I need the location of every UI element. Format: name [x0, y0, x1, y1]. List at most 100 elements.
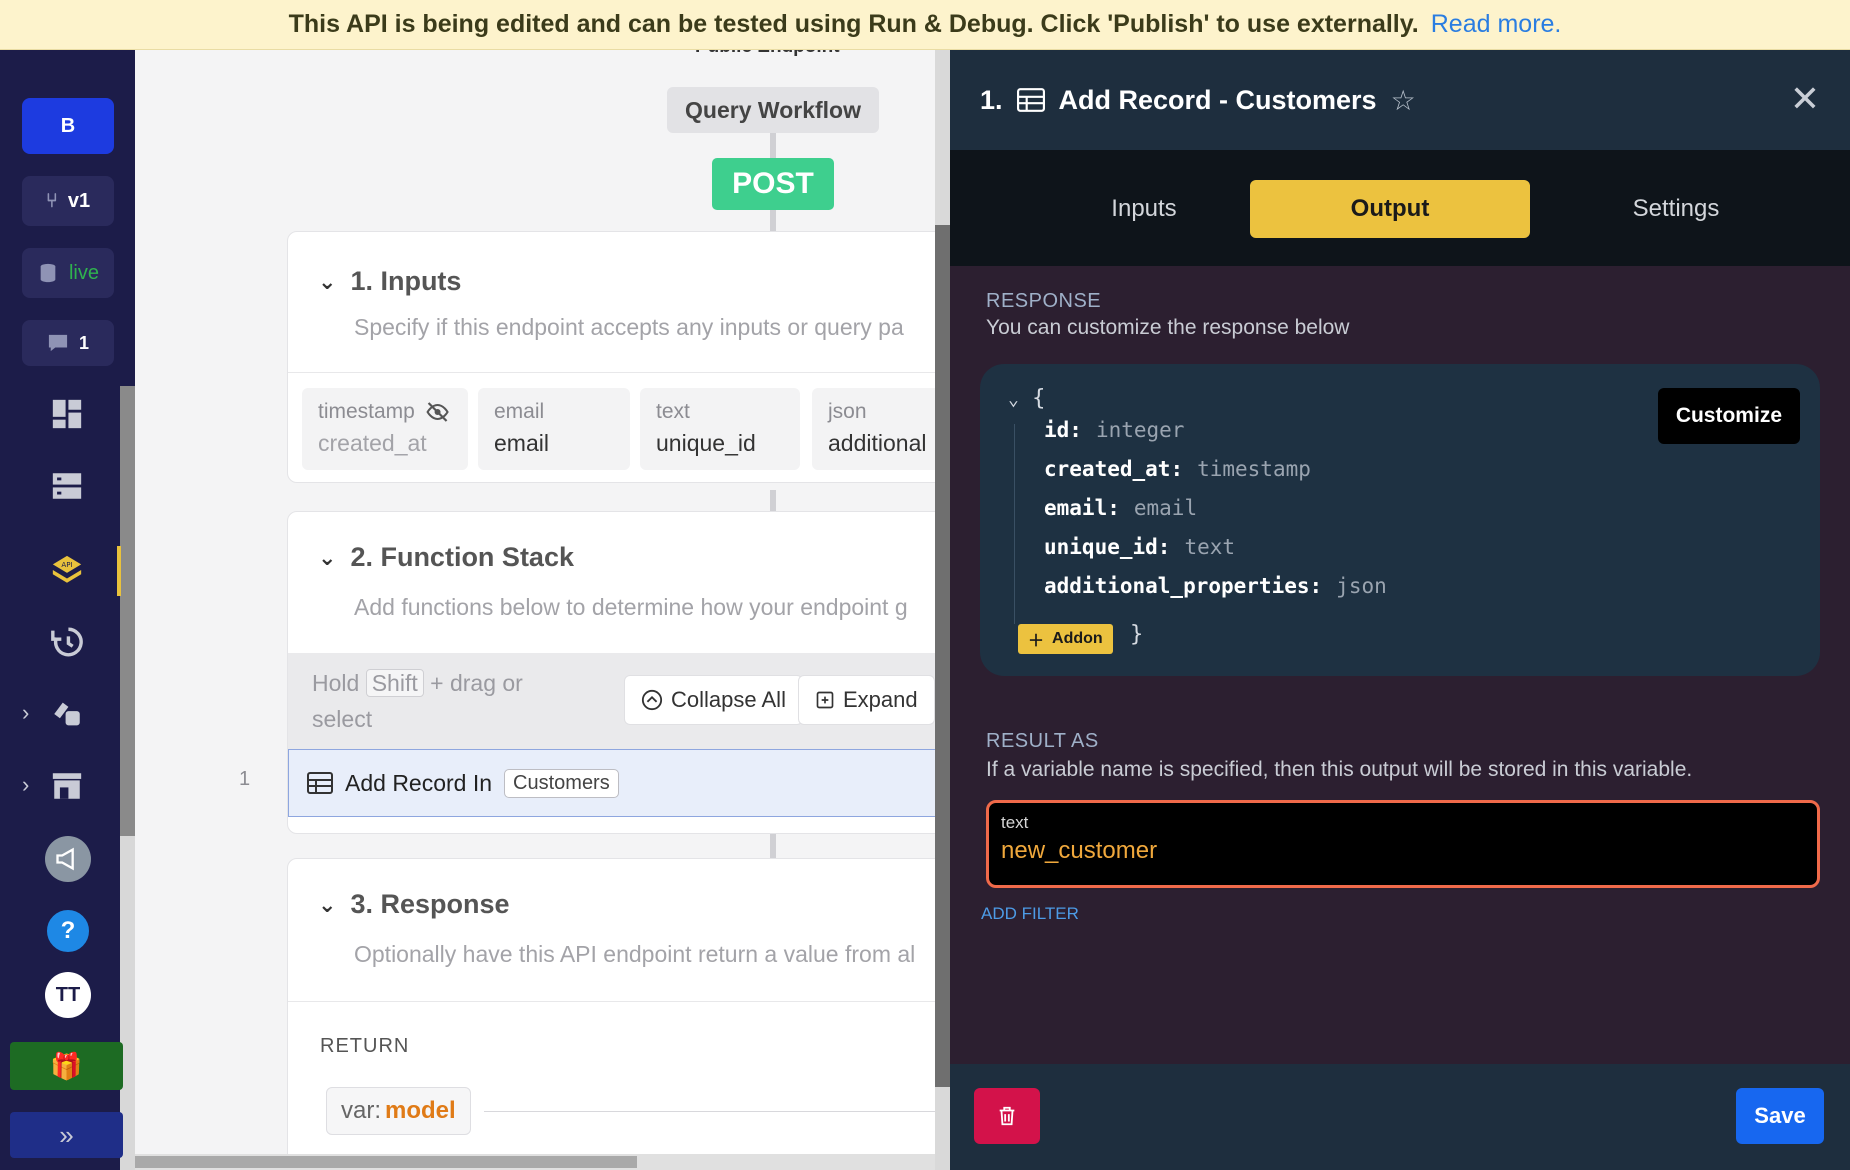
var-prefix: var:	[341, 1097, 382, 1124]
result-variable-type: text	[1001, 813, 1029, 832]
chevron-down-icon[interactable]: ⌄	[318, 545, 336, 571]
result-variable-input[interactable]: text new_customer	[986, 800, 1820, 888]
divider	[288, 372, 935, 373]
save-button[interactable]: Save	[1736, 1088, 1824, 1144]
input-type: json	[828, 400, 867, 423]
drag-hint: Hold Shift + drag or select	[312, 669, 523, 732]
branch-icon: ⑂	[45, 189, 58, 212]
schema-guide	[1014, 424, 1015, 624]
gift-icon[interactable]: 🎁	[10, 1042, 123, 1090]
function-stack-toolbar: Hold Shift + drag or select Collapse All…	[288, 653, 935, 749]
input-name: email	[494, 430, 549, 456]
chevron-down-icon[interactable]: ⌄	[318, 269, 336, 295]
delete-button[interactable]	[974, 1088, 1040, 1144]
add-filter-link[interactable]: ADD FILTER	[981, 904, 1079, 924]
return-var-chip[interactable]: var: model	[326, 1087, 471, 1135]
svg-text:API: API	[61, 560, 72, 569]
tab-output[interactable]: Output	[1250, 180, 1530, 238]
chevron-down-icon[interactable]: ⌄	[318, 892, 336, 918]
chevron-right-icon[interactable]: ›	[22, 772, 29, 798]
help-icon[interactable]: ?	[45, 908, 91, 954]
input-chip[interactable]: email email	[478, 388, 630, 470]
marketplace-icon[interactable]	[47, 766, 87, 806]
close-icon[interactable]: ✕	[1790, 78, 1820, 120]
datasource-button[interactable]: live	[22, 248, 114, 298]
input-chip[interactable]: text unique_id	[640, 388, 800, 470]
input-type: email	[494, 400, 545, 423]
dashboard-icon[interactable]	[47, 394, 87, 434]
customize-button[interactable]: Customize	[1657, 388, 1800, 444]
addons-icon[interactable]	[47, 694, 87, 734]
function-row[interactable]: Add Record In Customers	[288, 749, 935, 817]
rail-scrollbar-thumb[interactable]	[120, 386, 135, 836]
input-name: additional	[828, 430, 927, 456]
chevron-down-icon[interactable]: ⌄	[1008, 389, 1019, 410]
connector-line	[770, 830, 776, 860]
canvas-scrollbar-thumb[interactable]	[935, 225, 950, 1087]
workflow-canvas: Public Endpoint Query Workflow POST ⌄ 1.…	[135, 50, 935, 1170]
result-variable-value[interactable]: new_customer	[1001, 837, 1805, 865]
branch-button[interactable]: ⑂ v1	[22, 176, 114, 226]
plus-icon: ＋	[1028, 633, 1045, 650]
panel-step: 1.	[980, 84, 1003, 115]
database-icon	[40, 263, 56, 283]
response-section-description: You can customize the response below	[986, 316, 1350, 339]
tab-inputs[interactable]: Inputs	[1004, 180, 1284, 238]
canvas-horizontal-scrollbar[interactable]	[135, 1154, 935, 1170]
return-divider	[484, 1111, 935, 1112]
avatar[interactable]: TT	[45, 972, 91, 1018]
read-more-link[interactable]: Read more.	[1431, 10, 1562, 39]
response-card-title[interactable]: ⌄ 3. Response	[318, 889, 510, 920]
workspace-button[interactable]: B	[22, 98, 114, 154]
shift-key: Shift	[365, 669, 424, 697]
inputs-card: ⌄ 1. Inputs Specify if this endpoint acc…	[287, 231, 935, 483]
table-icon	[307, 772, 333, 794]
input-chip[interactable]: json additional	[812, 388, 935, 470]
user-initials: TT	[55, 983, 81, 1006]
schema-field: email: email	[1044, 496, 1198, 520]
megaphone-icon[interactable]	[45, 836, 91, 882]
panel-title: Add Record - Customers	[1058, 84, 1377, 115]
function-stack-title: 2. Function Stack	[350, 542, 574, 572]
chevron-right-icon[interactable]: ›	[22, 700, 29, 726]
api-icon[interactable]: API	[47, 550, 87, 590]
schema-field: additional_properties: json	[1044, 574, 1387, 598]
inputs-card-title[interactable]: ⌄ 1. Inputs	[318, 266, 461, 297]
input-name: created_at	[318, 430, 427, 456]
schema-open[interactable]: ⌄ {	[1008, 386, 1045, 411]
addon-button[interactable]: ＋ Addon	[1018, 624, 1113, 654]
response-card: ⌄ 3. Response Optionally have this API e…	[287, 858, 935, 1170]
database-tables-icon[interactable]	[47, 466, 87, 506]
panel-tabs: Inputs Output Settings	[950, 150, 1850, 266]
response-title: 3. Response	[350, 889, 510, 919]
function-settings-panel: 1. Add Record - Customers ☆ ✕ Inputs Out…	[950, 50, 1850, 1170]
rail-active-marker	[117, 546, 121, 596]
tab-settings[interactable]: Settings	[1536, 180, 1816, 238]
history-icon[interactable]	[47, 622, 87, 662]
branch-label: v1	[67, 189, 91, 212]
panel-header: 1. Add Record - Customers ☆	[950, 50, 1850, 150]
horizontal-scrollbar-thumb[interactable]	[135, 1156, 637, 1168]
expand-square-icon	[816, 691, 834, 709]
comments-button[interactable]: 1	[22, 320, 114, 366]
input-type: text	[656, 400, 690, 423]
trash-icon	[999, 1106, 1015, 1126]
response-schema: ⌄ { id: integer created_at: timestamp emai…	[980, 364, 1820, 676]
public-endpoint-label: Public Endpoint	[695, 50, 840, 58]
datasource-label: live	[68, 261, 99, 284]
divider	[288, 1001, 935, 1002]
collapse-all-button[interactable]: Collapse All	[624, 675, 803, 725]
edit-mode-banner: This API is being edited and can be test…	[0, 0, 1850, 50]
input-chip[interactable]: timestamp created_at	[302, 388, 468, 470]
star-icon[interactable]: ☆	[1391, 84, 1416, 117]
function-table-tag[interactable]: Customers	[504, 768, 619, 798]
expand-icon[interactable]: »	[10, 1112, 123, 1158]
function-stack-card-title[interactable]: ⌄ 2. Function Stack	[318, 542, 574, 573]
row-number: 1	[239, 768, 251, 790]
eye-off-icon[interactable]	[423, 400, 452, 424]
schema-close: }	[1130, 622, 1144, 647]
function-label: Add Record In	[345, 769, 493, 796]
expand-all-button[interactable]: Expand	[798, 675, 935, 725]
input-name: unique_id	[656, 430, 756, 456]
method-badge: POST	[712, 158, 834, 210]
